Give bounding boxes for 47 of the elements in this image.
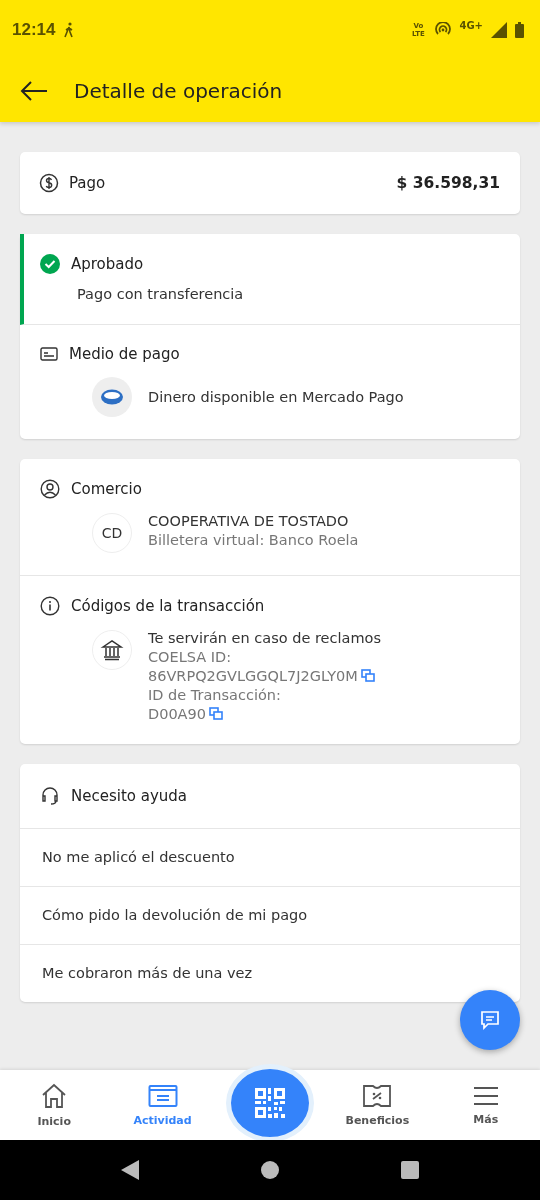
nav-tab[interactable]: Actividad	[117, 1083, 208, 1127]
card-icon	[40, 347, 58, 361]
nav-tab[interactable]: Más	[440, 1084, 531, 1126]
chat-icon	[479, 1009, 501, 1031]
menu-icon	[472, 1084, 499, 1107]
chat-button[interactable]	[460, 990, 520, 1050]
nav-tab[interactable]: Inicio	[9, 1082, 100, 1128]
back-arrow-icon[interactable]	[20, 80, 48, 102]
qr-code-icon	[254, 1088, 285, 1118]
bank-icon	[92, 630, 132, 670]
copy-icon[interactable]	[209, 707, 223, 721]
codes-intro: Te servirán en caso de reclamos	[148, 630, 381, 646]
home-nav-icon[interactable]	[260, 1160, 280, 1180]
walking-person-icon	[63, 22, 76, 38]
back-nav-icon[interactable]	[120, 1160, 139, 1180]
code-value: D00A90	[148, 706, 206, 722]
receipt-icon	[147, 1083, 178, 1108]
recents-nav-icon[interactable]	[401, 1161, 420, 1179]
info-icon	[40, 596, 60, 616]
headset-icon	[40, 786, 60, 806]
code-label: ID de Transacción:	[148, 687, 282, 703]
section-title: Necesito ayuda	[71, 787, 188, 805]
code-label: COELSA ID:	[148, 649, 233, 665]
dollar-icon	[39, 173, 59, 193]
merchant-name: COOPERATIVA DE TOSTADO	[148, 513, 350, 529]
nav-tab[interactable]: Beneficios	[332, 1083, 423, 1127]
status-title: Aprobado	[71, 255, 144, 273]
copy-icon[interactable]	[360, 669, 375, 683]
coupon-icon	[362, 1083, 393, 1108]
user-icon	[40, 479, 60, 499]
battery-icon	[515, 22, 524, 38]
page-title: Detalle de operación	[74, 79, 283, 103]
help-item[interactable]: No me aplicó el descuento	[20, 829, 520, 887]
section-title: Medio de pago	[69, 345, 180, 363]
help-item[interactable]: Cómo pido la devolución de mi pago	[20, 887, 520, 945]
payment-method-text: Dinero disponible en Mercado Pago	[148, 389, 404, 405]
section-title: Códigos de la transacción	[71, 597, 265, 615]
merchant-subtitle: Billetera virtual: Banco Roela	[148, 532, 359, 548]
code-value: 86VRPQ2GVLGGQL7J2GLY0M	[148, 668, 358, 684]
section-title: Comercio	[71, 480, 142, 498]
payment-amount: $ 36.598,31	[396, 174, 500, 192]
help-item[interactable]: Me cobraron más de una vez	[20, 945, 520, 1002]
signal-icon	[491, 22, 507, 38]
clock: 12:14	[12, 20, 56, 40]
payment-label: Pago	[69, 174, 106, 192]
status-subtitle: Pago con transferencia	[77, 286, 245, 302]
network-label: 4G+	[459, 20, 483, 31]
